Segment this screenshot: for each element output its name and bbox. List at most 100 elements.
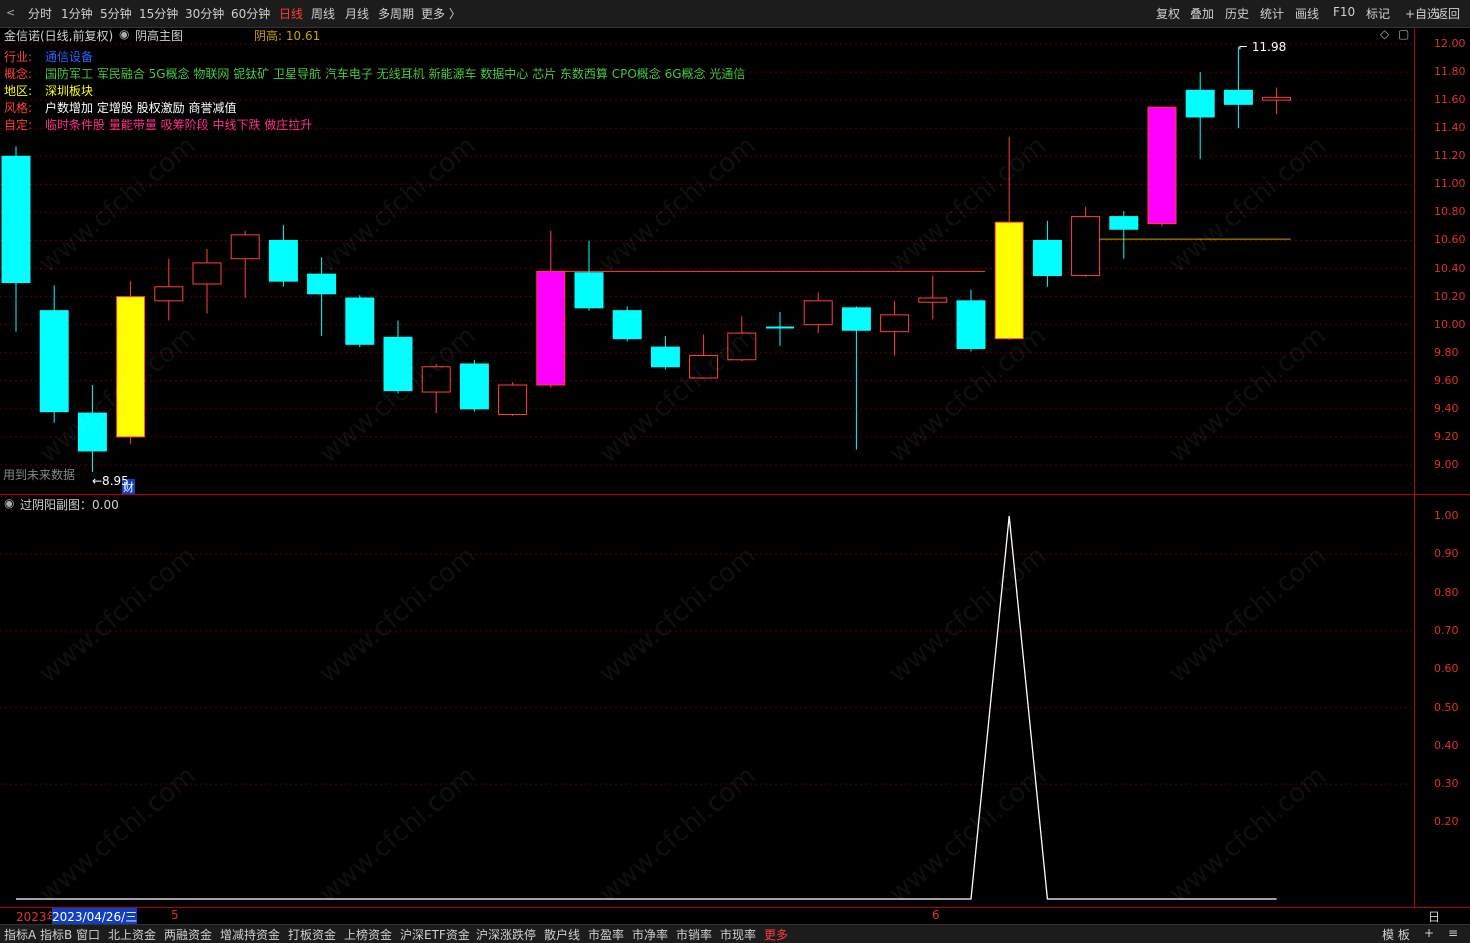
- month-5-label: 5: [171, 908, 179, 922]
- bottom-tab[interactable]: 打板资金: [288, 926, 336, 943]
- candle-body: [345, 297, 375, 345]
- period-tab[interactable]: 日线: [279, 5, 303, 22]
- collapse-icon[interactable]: <: [6, 6, 15, 19]
- bottom-tab[interactable]: 市销率: [676, 926, 712, 943]
- toolbar-button[interactable]: 复权: [1156, 5, 1180, 22]
- candle: [39, 285, 69, 423]
- toolbar-button[interactable]: 标记: [1366, 5, 1390, 22]
- bottom-tab[interactable]: 增减持资金: [220, 926, 280, 943]
- price-tick-label: 11.00: [1434, 177, 1466, 191]
- bottom-tab[interactable]: 更多: [764, 926, 788, 943]
- candle-body: [536, 270, 566, 386]
- candle-body: [1185, 89, 1215, 118]
- bottom-tab[interactable]: 窗口: [76, 926, 100, 943]
- period-tab[interactable]: 多周期: [378, 5, 414, 22]
- candle: [154, 258, 184, 321]
- bottom-tabs: 指标A 指标B 窗口 北上资金 两融资金 增减持资金 打板资金 上榜资金 沪深ETF资金 沪深涨跌…: [0, 924, 1470, 943]
- toolbar-button[interactable]: 统计: [1260, 5, 1284, 22]
- toolbar-button[interactable]: 返回: [1436, 5, 1460, 22]
- bottom-right-button[interactable]: +: [1424, 926, 1434, 940]
- candle-body: [498, 384, 528, 415]
- candle-body: [803, 300, 833, 326]
- bottom-tab[interactable]: 市盈率: [588, 926, 624, 943]
- candle: [1, 146, 31, 332]
- bottom-tab[interactable]: 市净率: [632, 926, 668, 943]
- candle-body: [1, 155, 31, 284]
- candle-body: [918, 297, 948, 303]
- candle: [1109, 210, 1139, 259]
- bottom-tab[interactable]: 指标A: [4, 926, 36, 943]
- period-tab[interactable]: 60分钟: [231, 5, 270, 22]
- period-tab[interactable]: 月线: [345, 5, 369, 22]
- candle: [192, 248, 222, 314]
- candle-body: [1109, 216, 1139, 230]
- candle: [536, 230, 566, 388]
- sub-tick-label: 0.90: [1434, 547, 1459, 561]
- bottom-tab[interactable]: 指标B: [40, 926, 72, 943]
- candle: [268, 225, 298, 287]
- candle-body: [39, 310, 69, 413]
- sub-tick-label: 0.80: [1434, 585, 1459, 599]
- sub-indicator-chart[interactable]: [0, 495, 1415, 907]
- candle-body: [956, 300, 986, 350]
- toolbar-button[interactable]: 画线: [1295, 5, 1319, 22]
- bottom-tab[interactable]: 市现率: [720, 926, 756, 943]
- bottom-right-button[interactable]: 模 板: [1382, 926, 1410, 943]
- candle: [841, 306, 871, 450]
- candle: [230, 230, 260, 299]
- candle-body: [994, 221, 1024, 340]
- candle: [803, 292, 833, 334]
- candle-body: [1071, 216, 1101, 277]
- sub-tick-label: 0.60: [1434, 662, 1459, 676]
- sub-tick-label: 0.70: [1434, 623, 1459, 637]
- price-tick-label: 10.20: [1434, 289, 1466, 303]
- period-tab[interactable]: 30分钟: [185, 5, 224, 22]
- candle-body: [268, 239, 298, 282]
- candle-body: [612, 310, 642, 340]
- candle: [498, 382, 528, 416]
- price-tick-label: 10.80: [1434, 205, 1466, 219]
- sub-tick-label: 0.30: [1434, 777, 1459, 791]
- candle-body: [1032, 239, 1062, 277]
- high-price-marker: ⌐ 11.98: [1238, 40, 1286, 54]
- period-tab[interactable]: 15分钟: [139, 5, 178, 22]
- toolbar-button[interactable]: F10: [1333, 5, 1355, 19]
- price-tick-label: 9.00: [1434, 458, 1459, 471]
- price-tick-label: 12.00: [1434, 37, 1466, 50]
- candle-body: [880, 314, 910, 333]
- month-6-label: 6: [932, 908, 940, 922]
- price-tick-label: 10.00: [1434, 317, 1466, 331]
- bottom-tab[interactable]: 散户线: [544, 926, 580, 943]
- bottom-tab[interactable]: 沪深涨跌停: [476, 926, 536, 943]
- candle: [612, 306, 642, 342]
- bottom-tab[interactable]: 沪深ETF资金: [400, 926, 470, 943]
- sub-tick-label: 0.40: [1434, 738, 1459, 752]
- period-tab[interactable]: 1分钟: [61, 5, 93, 22]
- price-tick-label: 9.20: [1434, 429, 1459, 443]
- bottom-tab[interactable]: 北上资金: [108, 926, 156, 943]
- toolbar-button[interactable]: 历史: [1225, 5, 1249, 22]
- toolbar-button[interactable]: 叠加: [1190, 5, 1214, 22]
- period-tab[interactable]: 5分钟: [100, 5, 132, 22]
- bottom-tab[interactable]: 上榜资金: [344, 926, 392, 943]
- period-tab[interactable]: 更多 〉: [421, 5, 461, 22]
- price-tick-label: 10.40: [1434, 261, 1466, 275]
- bottom-tab[interactable]: 两融资金: [164, 926, 212, 943]
- candle-body: [230, 234, 260, 260]
- candle-body: [459, 363, 489, 410]
- period-tab[interactable]: 周线: [311, 5, 335, 22]
- candle-body: [841, 307, 871, 331]
- toolbar-button[interactable]: +自选: [1405, 5, 1439, 22]
- candle: [766, 312, 794, 346]
- candle: [650, 335, 680, 370]
- bottom-right-button[interactable]: ≡: [1448, 926, 1458, 940]
- price-tick-label: 10.60: [1434, 233, 1466, 247]
- candle: [1071, 206, 1101, 277]
- candle-body: [154, 286, 184, 302]
- price-tick-label: 9.80: [1434, 345, 1459, 359]
- candle: [345, 295, 375, 348]
- candle: [1262, 87, 1292, 115]
- period-tab[interactable]: 分时: [28, 5, 52, 22]
- sub-tick-label: 0.50: [1434, 700, 1459, 714]
- candle: [459, 359, 489, 412]
